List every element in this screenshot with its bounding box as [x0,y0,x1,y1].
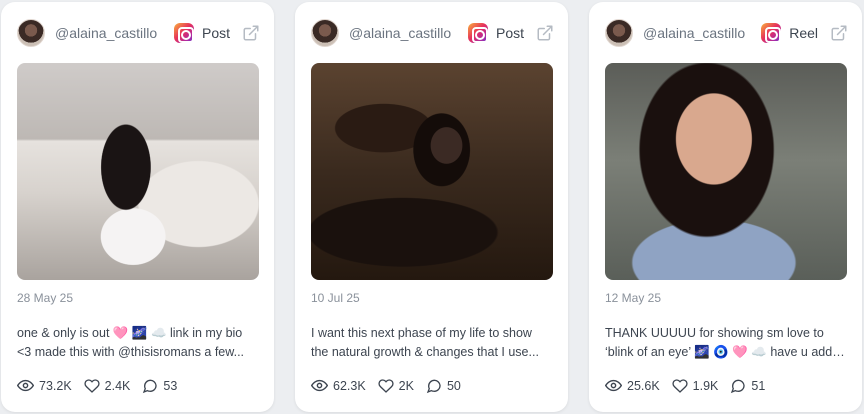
post-caption: THANK UUUUU for showing sm love to ‘blin… [605,324,845,362]
comments-count: 53 [163,378,178,393]
post-card[interactable]: @alaina_castillo Post 28 May 25 one & on… [1,2,274,412]
post-date: 28 May 25 [17,291,74,305]
caption-line: the natural growth & changes that I use.… [311,345,539,359]
account-handle[interactable]: @alaina_castillo [55,25,157,41]
comments-count: 50 [446,378,461,393]
post-date: 12 May 25 [605,291,662,305]
avatar[interactable] [311,19,339,47]
post-image[interactable] [605,63,847,280]
post-type-label: Post [201,25,230,41]
post-stats: 25.6K 1.9K 51 [605,377,777,394]
post-stats: 73.2K 2.4K 53 [17,377,189,394]
likes-stat: 1.9K [672,378,719,394]
heart-icon [84,378,100,393]
views-count: 73.2K [39,378,72,393]
views-stat: 62.3K [311,377,366,394]
comment-icon [426,379,441,393]
avatar[interactable] [605,19,633,47]
external-link-icon[interactable] [536,24,554,42]
heart-icon [378,378,394,393]
post-type-label: Reel [789,25,818,41]
eye-icon [311,379,328,392]
post-header: @alaina_castillo Post [311,18,554,48]
likes-stat: 2.4K [84,378,131,394]
post-card[interactable]: @alaina_castillo Post 10 Jul 25 I want t… [295,2,568,412]
views-stat: 73.2K [17,377,72,394]
instagram-icon [173,23,194,43]
post-caption: one & only is out 🩷 🌌 ☁️ link in my bio … [17,324,257,362]
eye-icon [17,379,34,392]
comment-icon [731,379,746,393]
caption-line: one & only is out 🩷 🌌 ☁️ link in my bio [17,326,243,340]
views-stat: 25.6K [605,377,660,394]
avatar[interactable] [17,19,45,47]
heart-icon [672,378,688,393]
caption-line: I want this next phase of my life to sho… [311,326,532,340]
account-handle[interactable]: @alaina_castillo [643,25,745,41]
views-count: 62.3K [333,378,366,393]
comments-stat: 50 [426,378,461,394]
comments-count: 51 [751,378,766,393]
post-header: @alaina_castillo Post [17,18,260,48]
instagram-icon [467,23,488,43]
post-image[interactable] [311,63,553,280]
post-card[interactable]: @alaina_castillo Reel 12 May 25 THANK UU… [589,2,862,412]
caption-line: <3 made this with @thisisromans a few... [17,345,245,359]
post-image[interactable] [17,63,259,280]
likes-count: 2.4K [104,378,131,393]
comments-stat: 51 [730,378,765,394]
instagram-icon [761,23,782,43]
comments-stat: 53 [142,378,177,394]
views-count: 25.6K [627,378,660,393]
eye-icon [605,379,622,392]
likes-count: 1.9K [692,378,719,393]
account-handle[interactable]: @alaina_castillo [349,25,451,41]
caption-line: ‘blink of an eye’ 🌌 🧿 🩷 ☁️ have u adde..… [605,345,845,359]
caption-line: THANK UUUUU for showing sm love to [605,326,824,340]
post-header: @alaina_castillo Reel [605,18,848,48]
post-stats: 62.3K 2K 50 [311,377,473,394]
likes-stat: 2K [378,378,414,394]
post-caption: I want this next phase of my life to sho… [311,324,551,362]
post-type-label: Post [495,25,524,41]
likes-count: 2K [398,378,414,393]
external-link-icon[interactable] [242,24,260,42]
comment-icon [143,379,158,393]
post-date: 10 Jul 25 [311,291,360,305]
external-link-icon[interactable] [830,24,848,42]
